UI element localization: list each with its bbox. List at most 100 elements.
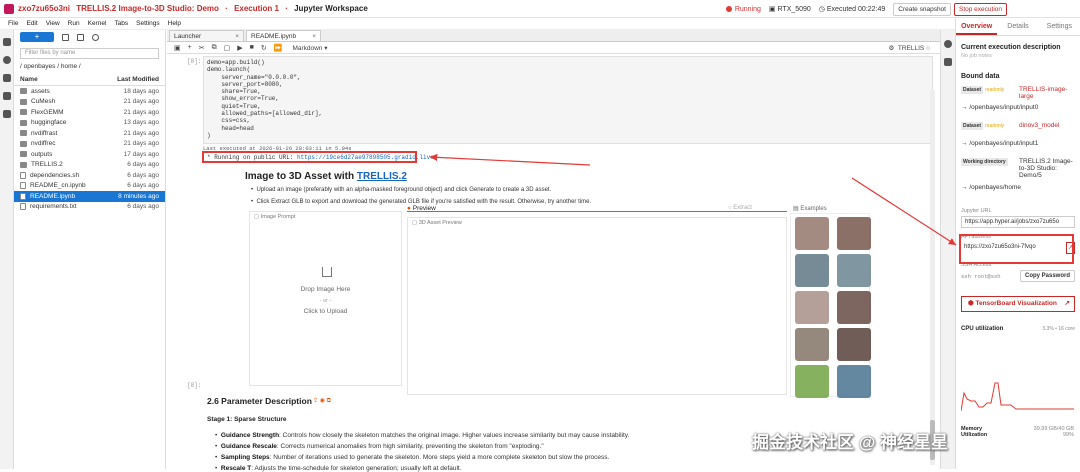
tabs-icon[interactable] xyxy=(3,92,11,100)
dataset-name[interactable]: dinov3_model xyxy=(1019,122,1074,129)
menu-run[interactable]: Run xyxy=(68,20,80,27)
file-row[interactable]: outputs 17 days ago xyxy=(14,149,165,160)
dataset-name[interactable]: TRELLIS.2 Image-to-3D Studio: Demo/5 xyxy=(1019,158,1074,179)
gradio-title: Image to 3D Asset with TRELLIS.2 xyxy=(245,171,407,182)
col-name[interactable]: Name xyxy=(20,76,38,83)
file-row[interactable]: assets 18 days ago xyxy=(14,86,165,97)
breadcrumb[interactable]: / openbayes / home / xyxy=(20,63,159,70)
asset-preview-panel[interactable]: ▢ 3D Asset Preview xyxy=(407,217,787,395)
copy-icon[interactable]: ⧉ xyxy=(212,44,217,52)
public-url-link[interactable]: https://19ce6d27ae97898505.gradio.live xyxy=(297,154,434,161)
file-row[interactable]: TRELLIS.2 6 days ago xyxy=(14,160,165,171)
folder-icon xyxy=(20,140,27,147)
example-thumbnail[interactable] xyxy=(795,291,829,324)
job-id: zxo7zu65o3ni xyxy=(18,4,71,13)
run-all-icon[interactable]: ⏩ xyxy=(274,44,283,52)
file-row[interactable]: nvdiffrec 21 days ago xyxy=(14,139,165,150)
notebook-area: Launcher × README.ipynb × ▣ + ✂ ⧉ ▢ ▶ ■ ↻ … xyxy=(167,30,940,472)
refresh-icon[interactable] xyxy=(92,33,99,41)
gpu-label: ▣ RTX_5090 xyxy=(768,6,811,13)
col-modified[interactable]: Last Modified xyxy=(117,76,159,83)
tab-launcher[interactable]: Launcher × xyxy=(169,30,244,41)
folder-icon[interactable] xyxy=(3,38,11,46)
dataset-tag: Dataset xyxy=(961,86,984,94)
file-row[interactable]: CuMesh 21 days ago xyxy=(14,97,165,108)
example-thumbnail[interactable] xyxy=(837,328,871,361)
close-icon[interactable]: × xyxy=(235,33,239,40)
cut-icon[interactable]: ✂ xyxy=(199,44,205,52)
menu-help[interactable]: Help xyxy=(168,20,181,27)
restart-icon[interactable]: ↻ xyxy=(261,44,267,52)
copy-password-button[interactable]: Copy Password xyxy=(1019,270,1075,282)
menu-kernel[interactable]: Kernel xyxy=(88,20,107,27)
kernel-name[interactable]: ⚙ TRELLIS ○ xyxy=(888,44,930,52)
tab-details[interactable]: Details xyxy=(997,18,1038,35)
menu-edit[interactable]: Edit xyxy=(26,20,37,27)
new-launcher-button[interactable]: + xyxy=(20,32,54,42)
click-to-upload[interactable]: Click to Upload xyxy=(250,308,401,315)
left-sidebar-icons xyxy=(0,30,14,469)
notebook-toolbar: ▣ + ✂ ⧉ ▢ ▶ ■ ↻ ⏩ Markdown ▾ ⚙ TRELLIS ○ xyxy=(167,42,940,54)
extensions-icon[interactable] xyxy=(3,110,11,118)
file-list-header: Name Last Modified xyxy=(14,74,165,86)
tensorboard-button[interactable]: ⬢ TensorBoard Visualization ↗ xyxy=(961,296,1075,312)
menu-file[interactable]: File xyxy=(8,20,18,27)
file-row[interactable]: dependencies.sh 6 days ago xyxy=(14,170,165,181)
cpu-utilization: CPU utilization 3.3% • 16 core xyxy=(961,326,1075,332)
image-prompt-panel[interactable]: ▢ Image Prompt Drop Image Here - or - Cl… xyxy=(249,211,402,386)
code-cell[interactable]: demo=app.build() demo.launch( server_name… xyxy=(203,56,933,144)
insert-cell-icon[interactable]: + xyxy=(188,44,192,51)
property-inspector-icon[interactable] xyxy=(944,40,952,48)
example-thumbnail[interactable] xyxy=(837,254,871,287)
debugger-icon[interactable] xyxy=(944,58,952,66)
save-icon[interactable]: ▣ xyxy=(174,44,181,52)
folder-icon xyxy=(20,88,27,95)
running-terminals-icon[interactable] xyxy=(3,56,11,64)
file-row[interactable]: FlexGEMM 21 days ago xyxy=(14,107,165,118)
file-row[interactable]: huggingface 13 days ago xyxy=(14,118,165,129)
webcam-icon[interactable]: ⇪ ◉ ⧉ xyxy=(313,397,331,405)
tab-overview[interactable]: Overview xyxy=(956,18,998,35)
tab-settings[interactable]: Settings xyxy=(1039,18,1080,35)
file-filter-input[interactable]: Filter files by name xyxy=(20,48,159,59)
create-snapshot-button[interactable]: Create snapshot xyxy=(893,2,951,16)
stop-icon[interactable]: ■ xyxy=(250,44,254,51)
example-thumbnail[interactable] xyxy=(795,217,829,250)
example-thumbnail[interactable] xyxy=(837,291,871,324)
cell-type-select[interactable]: Markdown ▾ xyxy=(292,44,327,52)
menu-settings[interactable]: Settings xyxy=(136,20,160,27)
menu-tabs[interactable]: Tabs xyxy=(114,20,128,27)
ssh-command[interactable]: ssh root@ssh xyxy=(961,273,1020,280)
example-thumbnail[interactable] xyxy=(837,365,871,398)
commands-icon[interactable] xyxy=(3,74,11,82)
file-row[interactable]: nvdiffrast 21 days ago xyxy=(14,128,165,139)
upload-icon[interactable] xyxy=(77,33,84,41)
bound-dataset[interactable]: Dataset readonly TRELLIS-image-large → /ope… xyxy=(961,86,1075,116)
code-line: show_error=True, xyxy=(207,95,280,103)
paste-icon[interactable]: ▢ xyxy=(224,44,231,52)
new-folder-icon[interactable] xyxy=(62,33,69,41)
close-icon[interactable]: × xyxy=(312,33,316,40)
bound-dataset[interactable]: Dataset readonly dinov3_model → /openbayes/… xyxy=(961,122,1075,152)
file-row[interactable]: requirements.txt 6 days ago xyxy=(14,202,165,213)
menu-view[interactable]: View xyxy=(46,20,60,27)
bound-dataset[interactable]: Working directory TRELLIS.2 Image-to-3D S… xyxy=(961,158,1075,198)
example-thumbnail[interactable] xyxy=(795,254,829,287)
example-thumbnail[interactable] xyxy=(795,328,829,361)
file-row[interactable]: README_cn.ipynb 6 days ago xyxy=(14,181,165,192)
file-row[interactable]: README.ipynb 8 minutes ago xyxy=(14,191,165,202)
stop-execution-button[interactable]: Stop execution xyxy=(953,2,1007,16)
dataset-path: → /openbayes/home xyxy=(961,184,1021,191)
tab-readme[interactable]: README.ipynb × xyxy=(246,30,321,41)
example-thumbnail[interactable] xyxy=(795,365,829,398)
code-line: quiet=True, xyxy=(207,102,262,110)
dataset-name[interactable]: TRELLIS-image-large xyxy=(1019,86,1074,100)
scrollbar[interactable] xyxy=(930,90,935,465)
trellis-link[interactable]: TRELLIS.2 xyxy=(357,171,407,182)
param-item: • Sampling Steps: Number of iterations u… xyxy=(215,454,610,461)
run-icon[interactable]: ▶ xyxy=(237,44,242,52)
gradio-bullet: • Upload an image (preferably with an al… xyxy=(251,187,552,193)
example-thumbnail[interactable] xyxy=(837,217,871,250)
code-line: css=css, xyxy=(207,117,251,125)
jupyter-url-field[interactable]: https://app.hyper.ai/jobs/zxo7zu65o xyxy=(961,216,1075,228)
